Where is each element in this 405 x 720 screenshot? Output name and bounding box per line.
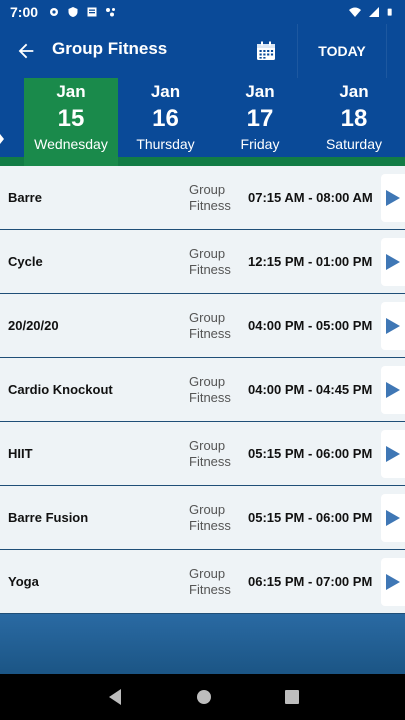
back-button[interactable]: [0, 24, 52, 78]
class-details-button[interactable]: [381, 430, 405, 478]
wifi-icon: [349, 7, 361, 17]
class-time: 07:15 AM - 08:00 AM: [248, 190, 373, 205]
class-category: Group Fitness: [189, 501, 231, 533]
date-weekday: Saturday: [325, 136, 383, 152]
date-day-number: 15: [57, 105, 85, 132]
calendar-icon: [257, 41, 275, 60]
play-arrow-icon: [386, 190, 400, 206]
class-name: Cycle: [8, 254, 43, 269]
class-row-20-20-20[interactable]: 20/20/20 Group Fitness 04:00 PM - 05:00 P…: [0, 294, 405, 358]
class-row-cardio-knockout[interactable]: Cardio Knockout Group Fitness 04:00 PM - …: [0, 358, 405, 422]
class-row-cycle[interactable]: Cycle Group Fitness 12:15 PM - 01:00 PM: [0, 230, 405, 294]
date-weekday: Thursday: [136, 136, 195, 152]
class-time: 12:15 PM - 01:00 PM: [248, 254, 373, 269]
signal-icon: [369, 7, 379, 17]
class-details-button[interactable]: [381, 494, 405, 542]
system-nav-bar: [0, 674, 405, 720]
nav-home-icon[interactable]: [196, 689, 212, 705]
class-details-button[interactable]: [381, 366, 405, 414]
news-icon: [87, 7, 97, 17]
class-name: HIIT: [8, 446, 33, 461]
class-name: Barre: [8, 190, 42, 205]
class-time: 04:00 PM - 04:45 PM: [248, 382, 373, 397]
app-bar: Group Fitness TODAY: [0, 24, 405, 78]
date-month: Jan: [150, 82, 181, 101]
calendar-button[interactable]: [245, 24, 287, 78]
class-details-button[interactable]: [381, 558, 405, 606]
date-item-jan-16[interactable]: Jan 16 Thursday: [118, 78, 213, 166]
today-button[interactable]: TODAY: [297, 24, 387, 78]
class-category: Group Fitness: [189, 181, 231, 213]
background-image: [0, 614, 405, 674]
class-details-button[interactable]: [381, 174, 405, 222]
status-time: 7:00: [10, 4, 39, 20]
arrow-left-icon: [18, 43, 34, 59]
date-day-number: 16: [152, 105, 179, 132]
class-category: Group Fitness: [189, 373, 231, 405]
status-bar: 7:00: [0, 0, 405, 24]
date-item-jan-15[interactable]: Jan 15 Wednesday: [24, 78, 118, 166]
class-row-yoga[interactable]: Yoga Group Fitness 06:15 PM - 07:00 PM: [0, 550, 405, 614]
class-time: 04:00 PM - 05:00 PM: [248, 318, 373, 333]
play-arrow-icon: [386, 574, 400, 590]
play-arrow-icon: [386, 254, 400, 270]
date-month: Jan: [339, 82, 369, 101]
class-category: Group Fitness: [189, 565, 231, 597]
class-category: Group Fitness: [189, 437, 231, 469]
class-time: 06:15 PM - 07:00 PM: [248, 574, 373, 589]
nav-recents-icon[interactable]: [284, 690, 299, 704]
class-name: Barre Fusion: [8, 510, 89, 525]
play-arrow-icon: [386, 510, 400, 526]
page-title: Group Fitness: [52, 39, 168, 58]
class-details-button[interactable]: [381, 302, 405, 350]
class-row-hiit[interactable]: HIIT Group Fitness 05:15 PM - 06:00 PM: [0, 422, 405, 486]
date-weekday: Wednesday: [34, 136, 108, 152]
shield-icon: [68, 7, 78, 17]
nav-back-icon[interactable]: [107, 688, 123, 706]
class-details-button[interactable]: [381, 238, 405, 286]
date-item-jan-17[interactable]: Jan 17 Friday: [213, 78, 307, 166]
class-category: Group Fitness: [189, 245, 231, 277]
gear-icon: [50, 8, 59, 16]
battery-icon: [387, 8, 392, 16]
class-name: Yoga: [8, 574, 39, 589]
date-day-number: 18: [340, 105, 368, 132]
class-time: 05:15 PM - 06:00 PM: [248, 510, 373, 525]
class-name: Cardio Knockout: [8, 382, 113, 397]
date-weekday: Friday: [240, 136, 280, 152]
class-time: 05:15 PM - 06:00 PM: [248, 446, 373, 461]
play-arrow-icon: [386, 318, 400, 334]
date-selector: Jan 15 Wednesday Jan 16 Thursday Jan 17 …: [0, 78, 405, 166]
class-row-barre[interactable]: Barre Group Fitness 07:15 AM - 08:00 AM: [0, 166, 405, 230]
previous-date-sliver[interactable]: [0, 134, 4, 144]
class-list: Barre Group Fitness 07:15 AM - 08:00 AM C…: [0, 166, 405, 614]
play-arrow-icon: [386, 382, 400, 398]
play-arrow-icon: [386, 446, 400, 462]
class-name: 20/20/20: [8, 318, 59, 333]
date-item-jan-18[interactable]: Jan 18 Saturday: [307, 78, 401, 166]
date-month: Jan: [56, 82, 86, 101]
class-category: Group Fitness: [189, 309, 231, 341]
date-month: Jan: [245, 82, 275, 101]
class-row-barre-fusion[interactable]: Barre Fusion Group Fitness 05:15 PM - 06:…: [0, 486, 405, 550]
assistant-icon: [106, 8, 116, 17]
date-day-number: 17: [246, 105, 274, 132]
